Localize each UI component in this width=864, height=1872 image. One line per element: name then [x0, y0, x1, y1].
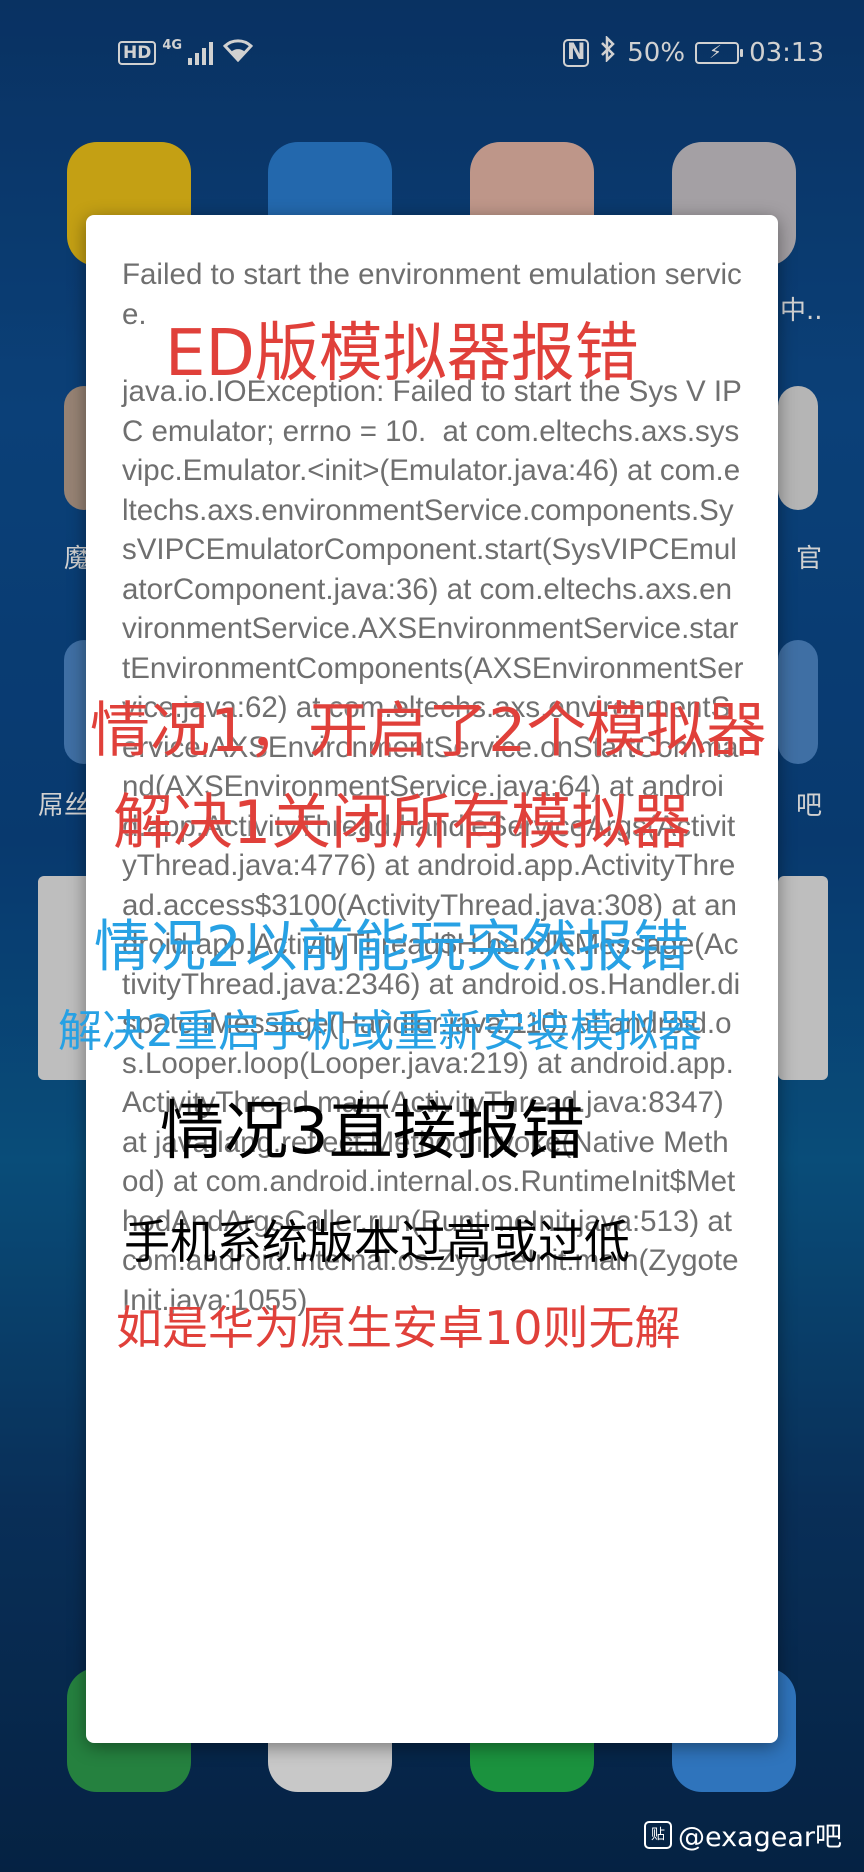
tieba-icon: 贴 — [643, 1820, 672, 1849]
watermark-text: @exagear吧 — [677, 1822, 842, 1853]
annotation-headline: ED版模拟器报错 — [165, 317, 639, 391]
watermark: 贴 @exagear吧 — [643, 1815, 842, 1854]
annotation-fix1: 解决1关闭所有模拟器 — [113, 788, 692, 858]
annotation-case3-note: 如是华为原生安卓10则无解 — [116, 1301, 681, 1355]
annotation-case1: 情况1，开启了2个模拟器 — [90, 696, 767, 766]
annotation-case3: 情况3直接报错 — [160, 1095, 585, 1169]
annotation-case3-detail: 手机系统版本过高或过低 — [124, 1215, 630, 1269]
annotation-fix2: 解决2重启手机或重新安装模拟器 — [58, 1006, 702, 1057]
annotation-case2: 情况2以前能玩突然报错 — [94, 915, 690, 980]
